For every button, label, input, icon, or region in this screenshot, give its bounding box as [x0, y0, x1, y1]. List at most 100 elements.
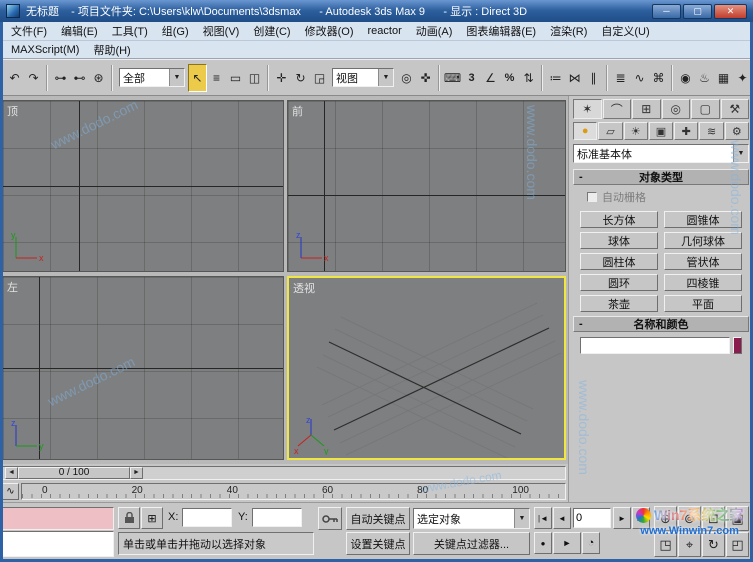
- menu-animation[interactable]: 动画(A): [409, 23, 460, 39]
- selected-filter-dropdown[interactable]: 选定对象 ▼: [413, 508, 530, 529]
- reference-coordinate-dropdown[interactable]: 视图 ▼: [332, 68, 394, 87]
- menu-views[interactable]: 视图(V): [196, 23, 247, 39]
- autogrid-checkbox[interactable]: [587, 192, 597, 202]
- torus-button[interactable]: 圆环: [580, 274, 658, 291]
- zoom-icon[interactable]: ⊕: [654, 506, 677, 531]
- menu-create[interactable]: 创建(C): [246, 23, 297, 39]
- track-bar-ruler[interactable]: 0 20 40 60 80 100: [21, 483, 566, 500]
- viewport-front[interactable]: 前 z x: [287, 100, 566, 272]
- category-lights[interactable]: ☀: [623, 122, 648, 140]
- y-coordinate-input[interactable]: [252, 508, 302, 527]
- go-to-end-icon[interactable]: ►|: [632, 507, 650, 529]
- align-icon[interactable]: ∥: [584, 64, 603, 92]
- tab-motion[interactable]: ◎: [661, 99, 690, 119]
- chevron-down-icon[interactable]: ▼: [169, 69, 184, 86]
- maxscript-mini-listener-macro[interactable]: [2, 507, 114, 530]
- render-setup-icon[interactable]: ♨: [695, 64, 714, 92]
- min-max-toggle-icon[interactable]: ◰: [726, 532, 749, 557]
- minimize-button[interactable]: ─: [652, 3, 681, 19]
- selection-lock-button[interactable]: [118, 507, 140, 529]
- menu-modifiers[interactable]: 修改器(O): [298, 23, 361, 39]
- category-shapes[interactable]: ▱: [598, 122, 623, 140]
- pan-icon[interactable]: ⌖: [678, 532, 701, 557]
- key-filters-button[interactable]: 关键点过滤器...: [413, 532, 530, 555]
- geometry-category-dropdown[interactable]: 标准基本体 ▼: [573, 144, 749, 163]
- tab-hierarchy[interactable]: ⊞: [632, 99, 661, 119]
- time-configuration-icon[interactable]: ◔: [582, 532, 600, 554]
- play-button-icon[interactable]: ►: [553, 532, 581, 554]
- zoom-extents-icon[interactable]: ⊡: [702, 506, 725, 531]
- select-and-manipulate-icon[interactable]: ✜: [416, 64, 435, 92]
- next-frame-arrow-icon[interactable]: ►: [130, 466, 143, 479]
- viewport-top[interactable]: 顶 y x: [2, 100, 284, 272]
- menu-rendering[interactable]: 渲染(R): [543, 23, 594, 39]
- mirror-icon[interactable]: ⋈: [565, 64, 584, 92]
- schematic-view-icon[interactable]: ⌘: [649, 64, 668, 92]
- menu-edit[interactable]: 编辑(E): [54, 23, 105, 39]
- category-helpers[interactable]: ✚: [674, 122, 699, 140]
- close-button[interactable]: ✕: [714, 3, 747, 19]
- rollout-name-color[interactable]: - 名称和颜色: [573, 316, 749, 332]
- select-and-scale-icon[interactable]: ◲: [310, 64, 329, 92]
- percent-snap-icon[interactable]: %: [500, 64, 519, 92]
- select-and-move-icon[interactable]: ✛: [272, 64, 291, 92]
- geosphere-button[interactable]: 几何球体: [664, 232, 742, 249]
- snap-toggle-icon[interactable]: 3: [462, 64, 481, 92]
- region-zoom-icon[interactable]: ◳: [654, 532, 677, 557]
- use-pivot-center-icon[interactable]: ◎: [397, 64, 416, 92]
- chevron-down-icon[interactable]: ▼: [514, 509, 529, 528]
- chevron-down-icon[interactable]: ▼: [733, 145, 748, 162]
- auto-key-button[interactable]: 自动关键点: [346, 507, 410, 530]
- viewport-top-label[interactable]: 顶: [7, 103, 18, 119]
- tab-modify[interactable]: ⌒: [602, 99, 631, 119]
- pyramid-button[interactable]: 四棱锥: [664, 274, 742, 291]
- set-key-button[interactable]: 设置关键点: [346, 532, 410, 555]
- set-keys-button[interactable]: [318, 507, 342, 530]
- menu-help[interactable]: 帮助(H): [86, 42, 137, 58]
- time-slider-track[interactable]: ◄ 0 / 100 ►: [2, 465, 566, 480]
- tab-utilities[interactable]: ⚒: [720, 99, 749, 119]
- tab-create[interactable]: ✶: [573, 99, 602, 119]
- menu-customize[interactable]: 自定义(U): [594, 23, 656, 39]
- zoom-all-icon[interactable]: ⊚: [678, 506, 701, 531]
- previous-frame-icon[interactable]: ◄: [553, 507, 571, 529]
- tab-display[interactable]: ▢: [691, 99, 720, 119]
- menu-graph-editors[interactable]: 图表编辑器(E): [459, 23, 543, 39]
- maximize-button[interactable]: ▢: [683, 3, 712, 19]
- titlebar[interactable]: 无标题 - 项目文件夹: C:\Users\klw\Documents\3dsm…: [0, 0, 753, 22]
- key-mode-toggle-icon[interactable]: ●: [534, 532, 552, 554]
- x-coordinate-input[interactable]: [182, 508, 232, 527]
- selection-region-icon[interactable]: ▭: [226, 64, 245, 92]
- maxscript-mini-listener[interactable]: [2, 531, 114, 557]
- select-object-button[interactable]: ↖: [188, 63, 207, 92]
- plane-button[interactable]: 平面: [664, 295, 742, 312]
- cylinder-button[interactable]: 圆柱体: [580, 253, 658, 270]
- select-by-name-icon[interactable]: ≡: [207, 64, 226, 92]
- keyboard-override-icon[interactable]: ⌨: [443, 64, 462, 92]
- bind-to-spacewarp-icon[interactable]: ⊛: [89, 64, 108, 92]
- menu-tools[interactable]: 工具(T): [105, 23, 155, 39]
- viewport-perspective[interactable]: 透视 z x y: [287, 276, 566, 460]
- previous-frame-arrow-icon[interactable]: ◄: [5, 466, 18, 479]
- category-spacewarps[interactable]: ≋: [699, 122, 724, 140]
- absolute-mode-button[interactable]: ⊞: [141, 507, 163, 529]
- viewport-front-label[interactable]: 前: [292, 103, 303, 119]
- viewport-perspective-label[interactable]: 透视: [293, 280, 315, 296]
- zoom-extents-all-icon[interactable]: ▣: [726, 506, 749, 531]
- window-crossing-icon[interactable]: ◫: [245, 64, 264, 92]
- time-slider-button[interactable]: 0 / 100: [18, 466, 130, 479]
- mini-curve-editor-icon[interactable]: ∿: [2, 483, 19, 500]
- selection-filter-dropdown[interactable]: 全部 ▼: [119, 68, 185, 87]
- tube-button[interactable]: 管状体: [664, 253, 742, 270]
- category-systems[interactable]: ⚙: [724, 122, 749, 140]
- rollout-object-type[interactable]: - 对象类型: [573, 169, 749, 185]
- go-to-start-icon[interactable]: |◄: [534, 507, 552, 529]
- layer-manager-icon[interactable]: ≣: [611, 64, 630, 92]
- box-button[interactable]: 长方体: [580, 211, 658, 228]
- named-selection-sets-icon[interactable]: ≔: [546, 64, 565, 92]
- menu-file[interactable]: 文件(F): [4, 23, 54, 39]
- material-editor-icon[interactable]: ◉: [676, 64, 695, 92]
- render-last-icon[interactable]: ▦: [714, 64, 733, 92]
- spinner-snap-icon[interactable]: ⇅: [519, 64, 538, 92]
- time-slider[interactable]: ◄ 0 / 100 ►: [5, 466, 143, 479]
